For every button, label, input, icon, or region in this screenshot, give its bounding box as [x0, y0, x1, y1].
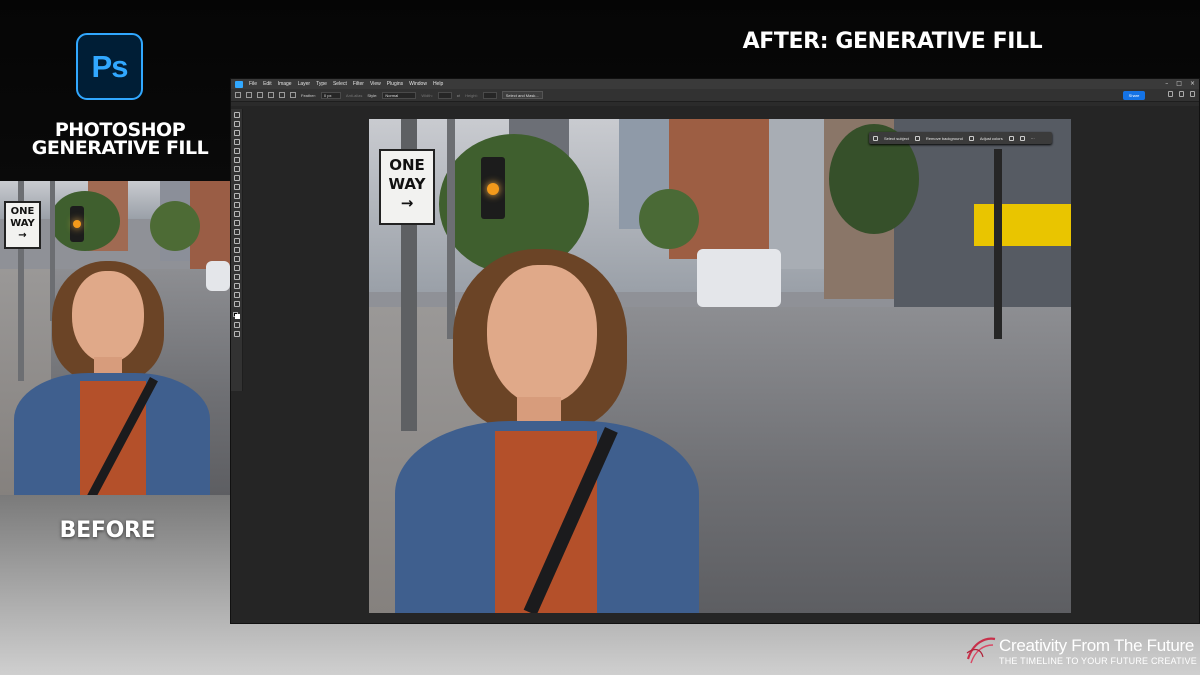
intersect-selection-icon[interactable] [290, 92, 296, 98]
remove-background-icon [914, 135, 920, 141]
marquee-tool-icon[interactable] [233, 121, 240, 127]
document-tab-strip [231, 102, 1199, 106]
notifications-icon[interactable] [1168, 91, 1173, 97]
menu-edit[interactable]: Edit [263, 81, 272, 87]
maximize-icon[interactable]: □ [1176, 80, 1182, 87]
zoom-tool-icon[interactable] [233, 292, 240, 298]
before-subject [10, 261, 210, 495]
menu-file[interactable]: File [249, 81, 257, 87]
color-swatches[interactable] [233, 312, 240, 319]
eyedropper-tool-icon[interactable] [233, 166, 240, 172]
height-input[interactable] [482, 91, 497, 99]
select-subject-icon [873, 135, 878, 141]
photoshop-window: File Edit Image Layer Type Select Filter… [230, 78, 1200, 624]
lasso-tool-icon[interactable] [233, 130, 240, 136]
anti-alias-checkbox[interactable]: Anti-alias [346, 93, 362, 98]
feather-label: Feather: [301, 92, 316, 98]
tools-panel [231, 109, 243, 391]
blur-tool-icon[interactable] [233, 229, 240, 235]
move-tool-icon[interactable] [233, 112, 240, 118]
minimize-icon[interactable]: – [1165, 80, 1168, 87]
path-select-tool-icon[interactable] [233, 265, 240, 271]
width-input[interactable] [437, 91, 452, 99]
quick-mask-icon[interactable] [233, 322, 240, 328]
style-label: Style: [367, 92, 378, 98]
menu-view[interactable]: View [370, 81, 381, 87]
search-icon[interactable] [1179, 91, 1184, 97]
add-selection-icon[interactable] [268, 92, 274, 98]
contextual-task-bar: Select subject Remove background Adjust … [869, 132, 1052, 144]
before-photo: ONE WAY → [0, 181, 230, 495]
screen-mode-icon[interactable] [233, 331, 240, 337]
more-options-icon[interactable]: ⋯ [1031, 136, 1035, 141]
adjust-colors-icon [968, 135, 974, 141]
close-icon[interactable]: × [1190, 80, 1195, 87]
brand-footer: Creativity From The Future THE TIMELINE … [965, 632, 1197, 672]
crop-tool-icon[interactable] [233, 148, 240, 154]
options-bar: Feather: 0 px Anti-alias Style: Normal W… [231, 89, 1199, 102]
eraser-tool-icon[interactable] [233, 211, 240, 217]
ps-app-icon[interactable] [235, 80, 243, 88]
brand-name: Creativity From The Future [999, 636, 1194, 655]
quick-select-tool-icon[interactable] [233, 139, 240, 145]
menu-plugins[interactable]: Plugins [387, 81, 403, 87]
menu-layer[interactable]: Layer [298, 81, 311, 87]
menu-image[interactable]: Image [278, 81, 292, 87]
remove-background-button[interactable]: Remove background [926, 136, 963, 141]
subtract-selection-icon[interactable] [279, 92, 285, 98]
after-canvas-image[interactable]: ONE WAY → [369, 119, 1071, 613]
home-icon[interactable] [235, 92, 241, 98]
transform-icon[interactable] [1008, 135, 1014, 141]
menu-bar: File Edit Image Layer Type Select Filter… [231, 79, 1199, 89]
after-heading: AFTER: GENERATIVE FILL [742, 29, 1043, 54]
gradient-tool-icon[interactable] [233, 220, 240, 226]
rectangle-tool-icon[interactable] [233, 274, 240, 280]
menu-help[interactable]: Help [433, 81, 443, 87]
dodge-tool-icon[interactable] [233, 238, 240, 244]
healing-brush-tool-icon[interactable] [233, 175, 240, 181]
after-oneway-sign: ONE WAY → [379, 149, 435, 225]
frame-tool-icon[interactable] [233, 157, 240, 163]
select-subject-button[interactable]: Select subject [884, 136, 909, 141]
width-label: Width: [421, 92, 433, 98]
brush-tool-icon[interactable] [233, 184, 240, 190]
style-select[interactable]: Normal [382, 91, 417, 99]
mask-icon[interactable] [1019, 135, 1025, 141]
clone-stamp-tool-icon[interactable] [233, 193, 240, 199]
adjust-colors-button[interactable]: Adjust colors [980, 136, 1003, 141]
after-subject [395, 249, 699, 613]
promo-title-line2: GENERATIVE FILL [31, 137, 209, 159]
new-selection-icon[interactable] [257, 92, 263, 98]
pen-tool-icon[interactable] [233, 247, 240, 253]
menu-filter[interactable]: Filter [353, 81, 364, 87]
history-brush-tool-icon[interactable] [233, 202, 240, 208]
swap-icon[interactable]: ⇄ [457, 93, 460, 98]
before-label: BEFORE [59, 518, 156, 543]
feather-input[interactable]: 0 px [320, 91, 341, 99]
hand-tool-icon[interactable] [233, 283, 240, 289]
menu-window[interactable]: Window [409, 81, 427, 87]
before-oneway-sign: ONE WAY → [4, 201, 41, 249]
type-tool-icon[interactable] [233, 256, 240, 262]
menu-type[interactable]: Type [316, 81, 327, 87]
brand-swirl-icon [966, 637, 996, 664]
select-and-mask-button[interactable]: Select and Mask... [501, 91, 543, 99]
brand-tagline: THE TIMELINE TO YOUR FUTURE CREATIVE [999, 656, 1197, 666]
menu-select[interactable]: Select [333, 81, 347, 87]
workspace-icon[interactable] [1190, 91, 1195, 97]
share-button[interactable]: Share [1123, 91, 1145, 100]
more-tools-icon[interactable] [233, 301, 240, 307]
height-label: Height: [465, 92, 478, 98]
marquee-tool-icon[interactable] [246, 92, 252, 98]
